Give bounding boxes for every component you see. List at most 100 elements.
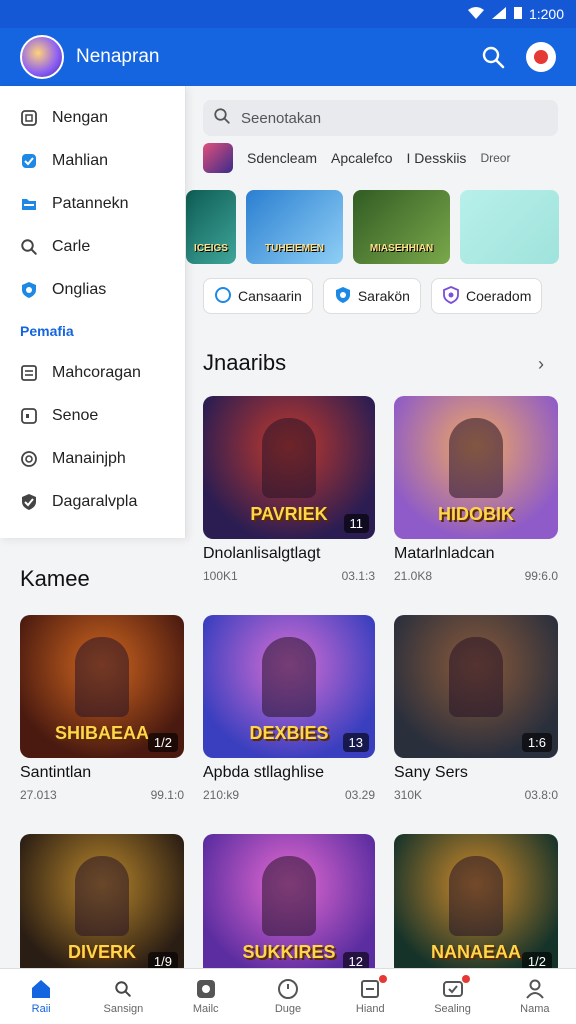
game-thumbnail[interactable]: DIVERK 1/9 xyxy=(20,834,184,977)
game-character-art xyxy=(75,637,129,717)
game-card[interactable]: SHIBAEAA 1/2 Santintlan 27.013 99.1:0 xyxy=(20,615,184,802)
drawer-item-label: Mahlian xyxy=(52,151,109,169)
game-card[interactable]: SUKKIRES 12 xyxy=(203,834,375,977)
game-thumbnail[interactable]: 1:6 xyxy=(394,615,558,758)
category-tab[interactable]: Apcalefco xyxy=(331,150,392,166)
signal-icon xyxy=(491,6,507,23)
game-thumbnail[interactable]: SHIBAEAA 1/2 xyxy=(20,615,184,758)
chevron-right-icon[interactable]: › xyxy=(538,354,544,375)
drawer-section-title: Pemafia xyxy=(20,323,74,339)
drawer-item[interactable]: Nengan xyxy=(0,96,185,139)
navigation-drawer: Nengan Mahlian Patannekn Carle Onglias Pemaf… xyxy=(0,86,186,538)
doc-icon xyxy=(359,978,381,1000)
category-row: Sdencleam Apcalefco I Desskiis Dreor xyxy=(203,142,576,174)
game-title[interactable]: Santintlan xyxy=(20,764,184,782)
game-title[interactable]: Dnolanlisalgtlagt xyxy=(203,545,375,563)
chip-label: Cansaarin xyxy=(238,288,302,304)
bottom-tab-bar: Raii Sansign Mailc Duge Hiand Sealing Nama xyxy=(0,968,576,1024)
drawer-item-label: Dagaralvpla xyxy=(52,492,138,510)
game-logo-text: HIDOBIK xyxy=(438,504,514,524)
category-thumbnail[interactable] xyxy=(203,143,233,173)
filter-chip[interactable]: Coeradom xyxy=(430,278,543,314)
banner-card[interactable] xyxy=(460,190,559,264)
chip-label: Sarakön xyxy=(357,288,410,304)
app-title: Nenapran xyxy=(76,46,160,67)
tab-item[interactable]: Raii xyxy=(0,969,82,1024)
drawer-item[interactable]: Dagaralvpla xyxy=(0,480,185,523)
mask-icon xyxy=(442,285,460,307)
tab-item[interactable]: Duge xyxy=(247,969,329,1024)
category-tab[interactable]: I Desskiis xyxy=(407,150,467,166)
tab-item[interactable]: Nama xyxy=(494,969,576,1024)
drawer-item[interactable]: Manainjph xyxy=(0,437,185,480)
game-card[interactable]: 1:6 Sany Sers 310K 03.8:0 xyxy=(394,615,558,802)
game-thumbnail[interactable]: HIDOBIK xyxy=(394,396,558,539)
game-thumbnail[interactable]: PAVRIEK 11 xyxy=(203,396,375,539)
release-date: 03.1:3 xyxy=(341,569,375,583)
game-card[interactable]: NANAEAA 1/2 xyxy=(394,834,558,977)
gear-icon xyxy=(20,450,38,468)
drawer-item[interactable]: Senoe xyxy=(0,394,185,437)
drawer-item[interactable]: Onglias xyxy=(0,268,185,311)
game-title[interactable]: Sany Sers xyxy=(394,764,558,782)
count-badge: 1:6 xyxy=(521,733,552,752)
game-meta: 27.013 99.1:0 xyxy=(20,788,184,802)
game-card[interactable]: DIVERK 1/9 xyxy=(20,834,184,977)
count-badge: 13 xyxy=(342,733,369,752)
tab-item[interactable]: Hiand xyxy=(329,969,411,1024)
tab-label: Mailc xyxy=(192,1003,219,1015)
settings-icon xyxy=(442,978,464,1000)
drawer-item-label: Patannekn xyxy=(52,194,129,212)
profile-button[interactable] xyxy=(526,42,556,72)
search-icon xyxy=(213,107,231,129)
drawer-item-label: Nengan xyxy=(52,108,109,126)
filter-chips: Cansaarin Sarakön Coeradom xyxy=(203,278,543,314)
game-title[interactable]: Apbda stllaghlise xyxy=(203,764,375,782)
tab-item[interactable]: Mailc xyxy=(165,969,247,1024)
game-thumbnail[interactable]: NANAEAA 1/2 xyxy=(394,834,558,977)
drawer-item-label: Mahcoragan xyxy=(52,363,141,381)
frame-icon xyxy=(20,109,38,127)
banner-card[interactable]: ICEIGS xyxy=(186,190,236,264)
tab-item[interactable]: Sealing xyxy=(411,969,493,1024)
section-title: Kamee xyxy=(20,566,90,591)
game-character-art xyxy=(262,418,316,498)
game-character-art xyxy=(262,637,316,717)
game-card[interactable]: PAVRIEK 11 Dnolanlisalgtlagt 100K1 03.1:3 xyxy=(203,396,375,583)
drawer-item[interactable]: Carle xyxy=(0,225,185,268)
wifi-icon xyxy=(467,6,485,23)
tab-item[interactable]: Sansign xyxy=(82,969,164,1024)
game-card[interactable]: DEXBIES 13 Apbda stllaghlise 210:k9 03.29 xyxy=(203,615,375,802)
game-meta: 310K 03.8:0 xyxy=(394,788,558,802)
game-character-art xyxy=(449,637,503,717)
game-title[interactable]: Matarlnladcan xyxy=(394,545,558,563)
search-button[interactable] xyxy=(476,40,510,74)
tab-label: Sansign xyxy=(103,1003,144,1015)
app-logo[interactable] xyxy=(20,35,64,79)
category-tab[interactable]: Sdencleam xyxy=(247,150,317,166)
filter-chip[interactable]: Cansaarin xyxy=(203,278,313,314)
drawer-item-label: Senoe xyxy=(52,406,99,424)
category-tab[interactable]: Dreor xyxy=(480,151,510,165)
banner-card[interactable]: TUHEIEMEN xyxy=(246,190,343,264)
banner-card[interactable]: MIASEHHIAN xyxy=(353,190,450,264)
filter-chip[interactable]: Sarakön xyxy=(322,278,421,314)
status-bar: 1:200 xyxy=(0,0,576,28)
drawer-item[interactable]: Patannekn xyxy=(0,182,185,225)
banner-title: MIASEHHIAN xyxy=(369,243,434,254)
tab-label: Nama xyxy=(520,1003,550,1015)
chip-label: Coeradom xyxy=(465,288,532,304)
game-card[interactable]: HIDOBIK Matarlnladcan 21.0K8 99:6.0 xyxy=(394,396,558,583)
notification-dot xyxy=(379,975,388,983)
download-count: 210:k9 xyxy=(203,788,240,802)
notification-dot xyxy=(534,50,548,64)
featured-banners: ICEIGS TUHEIEMEN MIASEHHIAN xyxy=(186,190,576,265)
search-icon xyxy=(20,238,38,256)
home-icon xyxy=(30,978,52,1000)
drawer-item[interactable]: Mahlian xyxy=(0,139,185,182)
release-date: 03.29 xyxy=(344,788,375,802)
game-thumbnail[interactable]: SUKKIRES 12 xyxy=(203,834,375,977)
game-thumbnail[interactable]: DEXBIES 13 xyxy=(203,615,375,758)
drawer-item[interactable]: Mahcoragan xyxy=(0,351,185,394)
search-input[interactable]: Seenotakan xyxy=(203,100,558,136)
